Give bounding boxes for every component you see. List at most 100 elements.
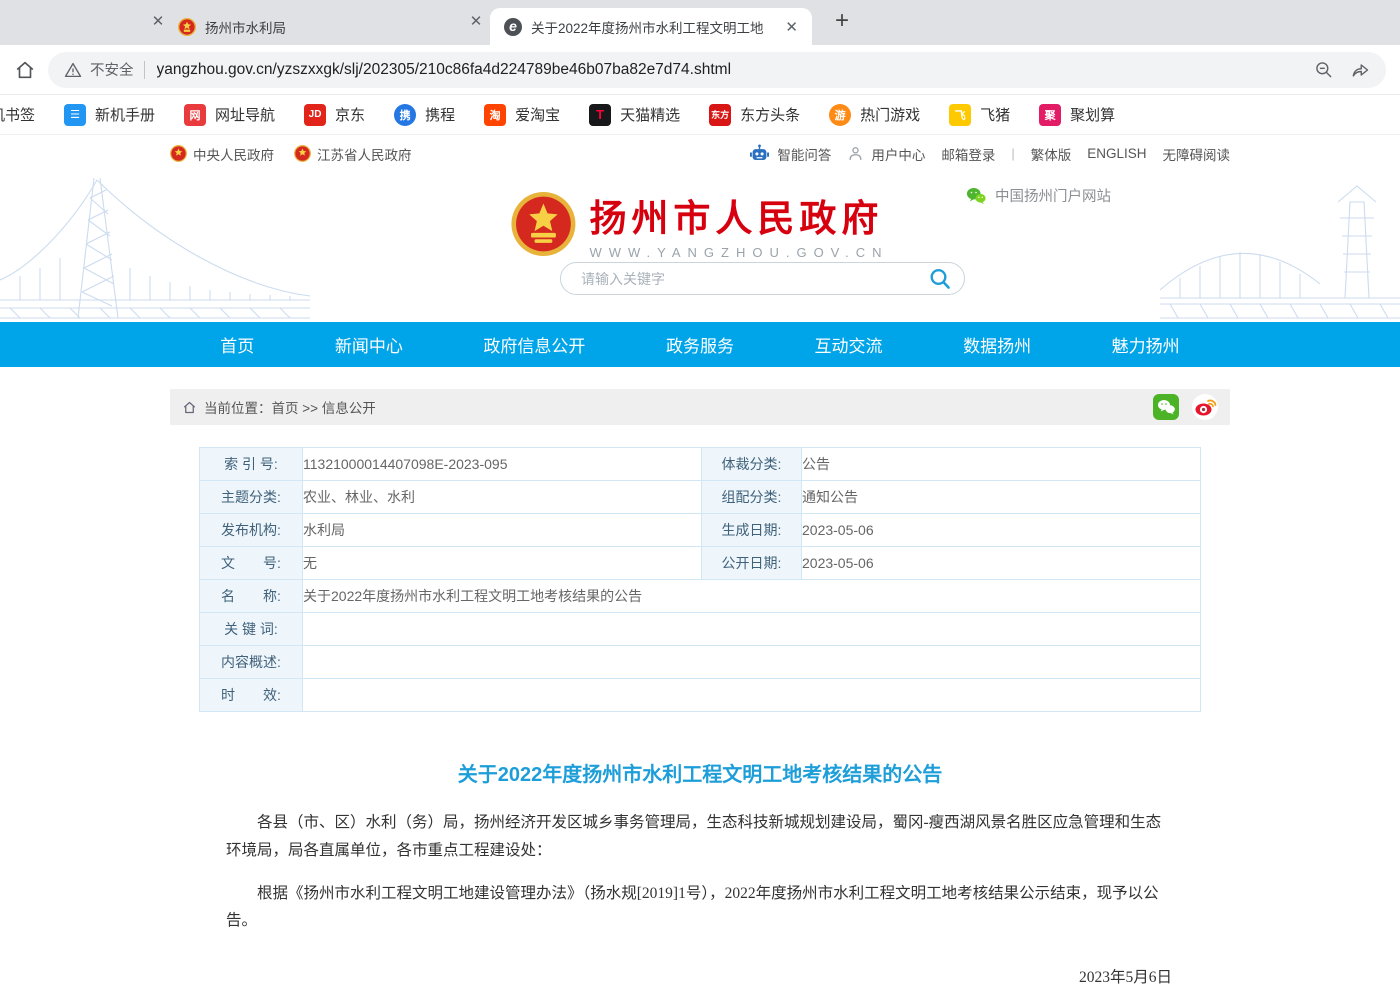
meta-label: 内容概述: (200, 646, 303, 679)
meta-value-category: 通知公告 (802, 481, 1201, 514)
user-icon (847, 145, 864, 162)
new-tab-button[interactable]: + (828, 8, 856, 36)
table-row: 名 称: 关于2022年度扬州市水利工程文明工地考核结果的公告 (200, 580, 1201, 613)
site-name: 扬州市人民政府 (589, 188, 888, 242)
nav-home[interactable]: 首页 (220, 332, 254, 357)
close-icon[interactable]: ✕ (785, 18, 798, 36)
tab-title: 扬州市水利局 (205, 17, 286, 37)
meta-label: 关 键 词: (200, 613, 303, 646)
url-input[interactable]: 不安全 yangzhou.gov.cn/yzszxxgk/slj/202305/… (48, 52, 1386, 88)
wechat-share-icon[interactable] (1153, 394, 1179, 420)
meta-label: 名 称: (200, 580, 303, 613)
link-user-center[interactable]: 用户中心 (847, 144, 925, 164)
link-label: 用户中心 (871, 144, 925, 164)
table-row: 索 引 号: 11321000014407098E-2023-095 体裁分类:… (200, 448, 1201, 481)
bookmark-ctrip[interactable]: 携 携程 (394, 104, 455, 126)
bookmark-label: 东方头条 (740, 104, 800, 125)
meta-value-summary (303, 646, 1201, 679)
ctrip-icon: 携 (394, 104, 416, 126)
bookmark-phone-bookmarks[interactable]: 机书签 (0, 104, 35, 125)
document-meta-table: 索 引 号: 11321000014407098E-2023-095 体裁分类:… (199, 447, 1201, 712)
bookmark-aitaobao[interactable]: 淘 爱淘宝 (484, 104, 560, 126)
portal-text: 中国扬州门户网站 (995, 185, 1111, 206)
breadcrumb: 当前位置：首页 >> 信息公开 (170, 389, 1230, 425)
breadcrumb-text[interactable]: 当前位置：首页 >> 信息公开 (204, 397, 376, 417)
bookmark-label: 网址导航 (215, 104, 275, 125)
meta-label: 文 号: (200, 547, 303, 580)
bookmark-label: 京东 (335, 104, 365, 125)
meta-value-agency: 水利局 (303, 514, 702, 547)
portal-label[interactable]: 中国扬州门户网站 (965, 185, 1111, 206)
bookmark-label: 聚划算 (1070, 104, 1115, 125)
bookmark-juhuasuan[interactable]: 聚 聚划算 (1039, 104, 1115, 126)
nav-interaction[interactable]: 互动交流 (815, 332, 883, 357)
search-icon[interactable] (928, 267, 952, 291)
bridge-artwork-right (1160, 172, 1400, 322)
meta-value-doc-number: 无 (303, 547, 702, 580)
bookmark-label: 新机手册 (95, 104, 155, 125)
nav-news-center[interactable]: 新闻中心 (335, 332, 403, 357)
article-title: 关于2022年度扬州市水利工程文明工地考核结果的公告 (226, 758, 1174, 787)
main-navigation: 首页 新闻中心 政府信息公开 政务服务 互动交流 数据扬州 魅力扬州 (0, 322, 1400, 367)
wechat-icon (965, 186, 987, 205)
nav-charm-yangzhou[interactable]: 魅力扬州 (1112, 332, 1180, 357)
bookmark-new-phone-manual[interactable]: ☰ 新机手册 (64, 104, 155, 126)
security-label: 不安全 (90, 59, 134, 80)
bookmark-east-headlines[interactable]: 东方 东方头条 (709, 104, 800, 126)
article-body: 关于2022年度扬州市水利工程文明工地考核结果的公告 各县（市、区）水利（务）局… (170, 758, 1230, 997)
table-row: 时 效: (200, 679, 1201, 712)
link-jiangsu-government[interactable]: 江苏省人民政府 (294, 144, 412, 164)
link-english[interactable]: ENGLISH (1087, 146, 1146, 161)
bookmark-label: 机书签 (0, 104, 35, 125)
tab-active-announcement[interactable]: e 关于2022年度扬州市水利工程文明工地 ✕ (490, 8, 812, 45)
meta-value-index-number: 11321000014407098E-2023-095 (303, 448, 702, 481)
link-smart-qa[interactable]: 智能问答 (749, 144, 831, 164)
share-icon[interactable] (1350, 60, 1370, 80)
bridge-artwork-left (0, 172, 310, 322)
bookmark-fliggy[interactable]: 飞 飞猪 (949, 104, 1010, 126)
nav-data-yangzhou[interactable]: 数据扬州 (963, 332, 1031, 357)
link-label: 繁体版 (1031, 144, 1072, 164)
weibo-share-icon[interactable] (1192, 394, 1218, 420)
gov-emblem-icon (294, 145, 311, 162)
bookmark-label: 携程 (425, 104, 455, 125)
home-icon[interactable] (14, 59, 36, 81)
link-mail-login[interactable]: 邮箱登录 (941, 144, 995, 164)
nav-gov-info-disclosure[interactable]: 政府信息公开 (483, 332, 585, 357)
national-emblem-icon (511, 192, 575, 256)
table-row: 主题分类: 农业、林业、水利 组配分类: 通知公告 (200, 481, 1201, 514)
bookmark-hot-games[interactable]: 游 热门游戏 (829, 104, 920, 126)
meta-label: 发布机构: (200, 514, 303, 547)
article-paragraph: 各县（市、区）水利（务）局，扬州经济开发区城乡事务管理局，生态科技新城规划建设局… (226, 809, 1174, 864)
warning-icon (64, 61, 82, 79)
link-label: 邮箱登录 (941, 144, 995, 164)
link-traditional-chinese[interactable]: 繁体版 (1031, 144, 1072, 164)
zoom-out-icon[interactable] (1314, 60, 1334, 80)
meta-label: 生成日期: (702, 514, 802, 547)
browser-tab-bar: ✕ 扬州市水利局 ✕ e 关于2022年度扬州市水利工程文明工地 ✕ + (0, 0, 1400, 45)
bookmark-label: 飞猪 (980, 104, 1010, 125)
meta-value-created-date: 2023-05-06 (802, 514, 1201, 547)
games-icon: 游 (829, 104, 851, 126)
site-logo[interactable]: 扬州市人民政府 WWW.YANGZHOU.GOV.CN (511, 188, 888, 260)
tmall-icon: T (589, 104, 611, 126)
bookmark-url-navigation[interactable]: 网 网址导航 (184, 104, 275, 126)
link-central-government[interactable]: 中央人民政府 (170, 144, 274, 164)
search-input[interactable] (579, 270, 928, 288)
bookmark-tmall[interactable]: T 天猫精选 (589, 104, 680, 126)
close-icon[interactable]: ✕ (148, 12, 168, 32)
manual-icon: ☰ (64, 104, 86, 126)
bookmark-label: 热门游戏 (860, 104, 920, 125)
nav-gov-services[interactable]: 政务服务 (666, 332, 734, 357)
bookmark-jd[interactable]: JD 京东 (304, 104, 365, 126)
meta-value-validity (303, 679, 1201, 712)
meta-label: 公开日期: (702, 547, 802, 580)
link-label: 中央人民政府 (193, 144, 274, 164)
close-icon[interactable]: ✕ (466, 12, 486, 32)
taobao-icon: 淘 (484, 104, 506, 126)
meta-label: 组配分类: (702, 481, 802, 514)
tab-title: 关于2022年度扬州市水利工程文明工地 (531, 17, 779, 37)
meta-value-topic: 农业、林业、水利 (303, 481, 702, 514)
tab-yangzhou-water-bureau[interactable]: 扬州市水利局 (178, 8, 478, 45)
link-accessibility[interactable]: 无障碍阅读 (1163, 144, 1231, 164)
